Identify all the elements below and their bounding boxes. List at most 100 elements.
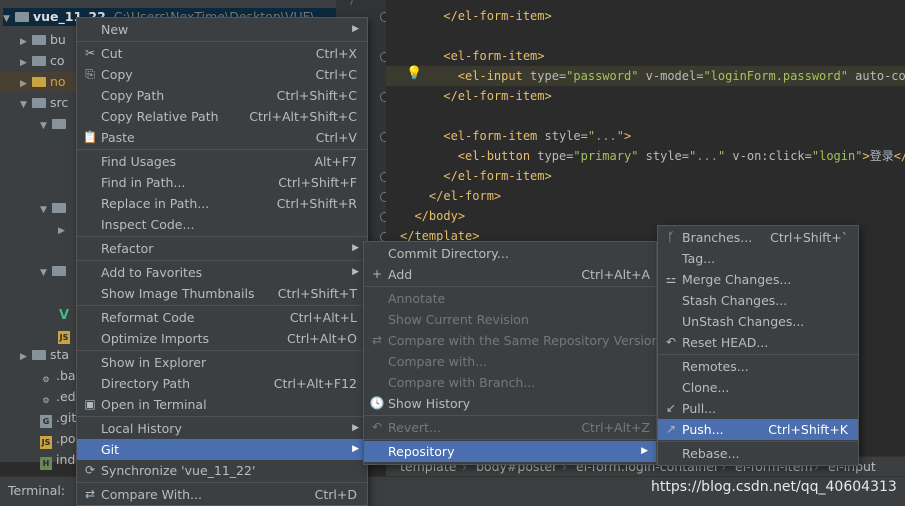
tree-item[interactable]: ▶ sta xyxy=(20,345,69,365)
menu-item-label: Directory Path xyxy=(101,376,191,391)
menu-item-pull[interactable]: ↙ Pull... xyxy=(658,398,858,419)
tree-item-label: co xyxy=(50,53,65,68)
menu-item-copy[interactable]: ⎘ Copy Ctrl+C xyxy=(77,64,367,85)
revert-icon: ↶ xyxy=(371,420,383,434)
menu-item-find-in-path[interactable]: Find in Path... Ctrl+Shift+F xyxy=(77,172,367,193)
menu-item-repository[interactable]: Repository ▶ xyxy=(364,441,656,462)
code-line[interactable]: </el-form-item> xyxy=(386,166,905,186)
repository-submenu[interactable]: ᚴ Branches... Ctrl+Shift+` Tag... ⚍ Merge Cha… xyxy=(657,225,859,466)
menu-item-tag[interactable]: Tag... xyxy=(658,248,858,269)
code-line[interactable]: <el-input type="password" v-model="login… xyxy=(386,66,905,86)
code-line[interactable]: <el-button type="primary" style="..." v-… xyxy=(386,146,905,166)
tree-file[interactable]: G .git xyxy=(40,408,76,428)
tree-file[interactable]: ⚙ .ed xyxy=(40,387,75,407)
cut-icon: ✂ xyxy=(84,46,96,60)
menu-item-merge-changes[interactable]: ⚍ Merge Changes... xyxy=(658,269,858,290)
menu-item-add[interactable]: + Add Ctrl+Alt+A xyxy=(364,264,656,285)
menu-item-label: Refactor xyxy=(101,241,154,256)
code-line[interactable]: </el-form> xyxy=(386,186,905,206)
code-line[interactable]: </el-form-item> xyxy=(386,6,905,26)
menu-item-stash-changes[interactable]: Stash Changes... xyxy=(658,290,858,311)
menu-item-compare-with-branch: Compare with Branch... xyxy=(364,372,656,393)
menu-item-show-image-thumbnails[interactable]: Show Image Thumbnails Ctrl+Shift+T xyxy=(77,283,367,304)
menu-item-branches[interactable]: ᚴ Branches... Ctrl+Shift+` xyxy=(658,227,858,248)
menu-separator xyxy=(364,286,656,287)
lightbulb-icon[interactable]: 💡 xyxy=(406,66,422,81)
menu-item-rebase[interactable]: Rebase... xyxy=(658,443,858,464)
tree-file[interactable]: JS .po xyxy=(40,429,76,449)
menu-item-compare-with-the-same-repository-version: ⇄ Compare with the Same Repository Versio… xyxy=(364,330,660,351)
tree-file[interactable]: ⚙ .ba xyxy=(40,366,75,386)
expand-arrow-icon[interactable]: ▼ xyxy=(40,263,52,283)
expand-arrow-icon[interactable]: ▼ xyxy=(3,10,15,28)
menu-item-label: Compare with the Same Repository Version xyxy=(388,333,660,348)
menu-item-find-usages[interactable]: Find Usages Alt+F7 xyxy=(77,151,367,172)
tree-subfolder[interactable]: ▶ xyxy=(58,219,70,239)
add-icon: + xyxy=(371,267,383,281)
menu-item-git[interactable]: Git ▶ xyxy=(77,439,367,460)
tree-file[interactable]: JS xyxy=(58,324,74,344)
menu-item-inspect-code[interactable]: Inspect Code... xyxy=(77,214,367,235)
menu-separator xyxy=(77,416,367,417)
menu-item-commit-directory[interactable]: Commit Directory... xyxy=(364,243,656,264)
menu-item-replace-in-path[interactable]: Replace in Path... Ctrl+Shift+R xyxy=(77,193,367,214)
menu-item-copy-relative-path[interactable]: Copy Relative Path Ctrl+Alt+Shift+C xyxy=(77,106,367,127)
expand-arrow-icon[interactable]: ▶ xyxy=(20,32,32,52)
line-number: 7 xyxy=(348,0,356,8)
tree-item[interactable]: ▼ src xyxy=(20,93,68,113)
menu-item-paste[interactable]: 📋 Paste Ctrl+V xyxy=(77,127,367,148)
code-token: </el-form> xyxy=(428,189,502,203)
context-menu[interactable]: New ▶ ✂ Cut Ctrl+X ⎘ Copy Ctrl+C Copy Path Ctrl+S… xyxy=(76,17,368,506)
menu-item-show-history[interactable]: 🕓 Show History xyxy=(364,393,656,414)
tree-item[interactable]: ▶ bu xyxy=(20,30,66,50)
menu-item-copy-path[interactable]: Copy Path Ctrl+Shift+C xyxy=(77,85,367,106)
tree-file[interactable]: Hind xyxy=(40,450,75,470)
menu-item-label: Annotate xyxy=(388,291,446,306)
terminal-label[interactable]: Terminal: xyxy=(8,483,65,498)
menu-item-open-in-terminal[interactable]: ▣ Open in Terminal xyxy=(77,394,367,415)
expand-arrow-icon[interactable]: ▶ xyxy=(20,53,32,73)
tree-item[interactable]: ▶ co xyxy=(20,51,65,71)
menu-item-reformat-code[interactable]: Reformat Code Ctrl+Alt+L xyxy=(77,307,367,328)
menu-item-remotes[interactable]: Remotes... xyxy=(658,356,858,377)
code-line[interactable]: <el-form-item> xyxy=(386,46,905,66)
menu-item-label: Replace in Path... xyxy=(101,196,210,211)
code-line[interactable]: <el-form-item style="..."> xyxy=(386,126,905,146)
expand-arrow-icon[interactable]: ▼ xyxy=(40,116,52,136)
menu-item-cut[interactable]: ✂ Cut Ctrl+X xyxy=(77,43,367,64)
code-line[interactable]: </el-form-item> xyxy=(386,86,905,106)
menu-item-add-to-favorites[interactable]: Add to Favorites ▶ xyxy=(77,262,367,283)
menu-item-shortcut: Ctrl+Alt+Shift+C xyxy=(249,109,357,124)
code-line[interactable] xyxy=(386,106,905,126)
menu-item-synchronize-vue-11-22[interactable]: ⟳ Synchronize 'vue_11_22' xyxy=(77,460,367,481)
menu-item-reset-head[interactable]: ↶ Reset HEAD... xyxy=(658,332,858,353)
menu-item-refactor[interactable]: Refactor ▶ xyxy=(77,238,367,259)
code-token: </el-form-item> xyxy=(443,9,552,23)
menu-item-shortcut: Ctrl+Alt+O xyxy=(287,331,357,346)
menu-item-clone[interactable]: Clone... xyxy=(658,377,858,398)
menu-item-optimize-imports[interactable]: Optimize Imports Ctrl+Alt+O xyxy=(77,328,367,349)
expand-arrow-icon[interactable]: ▶ xyxy=(20,74,32,94)
expand-arrow-icon[interactable]: ▶ xyxy=(20,347,32,367)
menu-item-label: Synchronize 'vue_11_22' xyxy=(101,463,256,478)
expand-arrow-icon[interactable]: ▼ xyxy=(20,95,32,115)
menu-separator xyxy=(364,439,656,440)
menu-item-new[interactable]: New ▶ xyxy=(77,19,367,40)
menu-item-compare-with[interactable]: ⇄ Compare With... Ctrl+D xyxy=(77,484,367,505)
menu-item-directory-path[interactable]: Directory Path Ctrl+Alt+F12 xyxy=(77,373,367,394)
git-submenu[interactable]: Commit Directory... + Add Ctrl+Alt+A Annotat… xyxy=(363,241,660,465)
menu-item-local-history[interactable]: Local History ▶ xyxy=(77,418,367,439)
expand-arrow-icon[interactable]: ▼ xyxy=(40,200,52,220)
menu-item-label: Repository xyxy=(388,444,455,459)
expand-arrow-icon[interactable]: ▶ xyxy=(58,221,70,241)
code-line[interactable]: </body> xyxy=(386,206,905,226)
menu-item-unstash-changes[interactable]: UnStash Changes... xyxy=(658,311,858,332)
menu-item-show-in-explorer[interactable]: Show in Explorer xyxy=(77,352,367,373)
code-line[interactable] xyxy=(386,26,905,46)
menu-item-push[interactable]: ↗ Push... Ctrl+Shift+K xyxy=(658,419,858,440)
tree-subfolder[interactable]: ▼ xyxy=(40,114,70,134)
tree-file[interactable]: V xyxy=(58,303,74,323)
tree-subfolder[interactable]: ▼ xyxy=(40,198,70,218)
tree-subfolder[interactable]: ▼ xyxy=(40,261,70,281)
menu-item-shortcut: Ctrl+X xyxy=(315,46,357,61)
